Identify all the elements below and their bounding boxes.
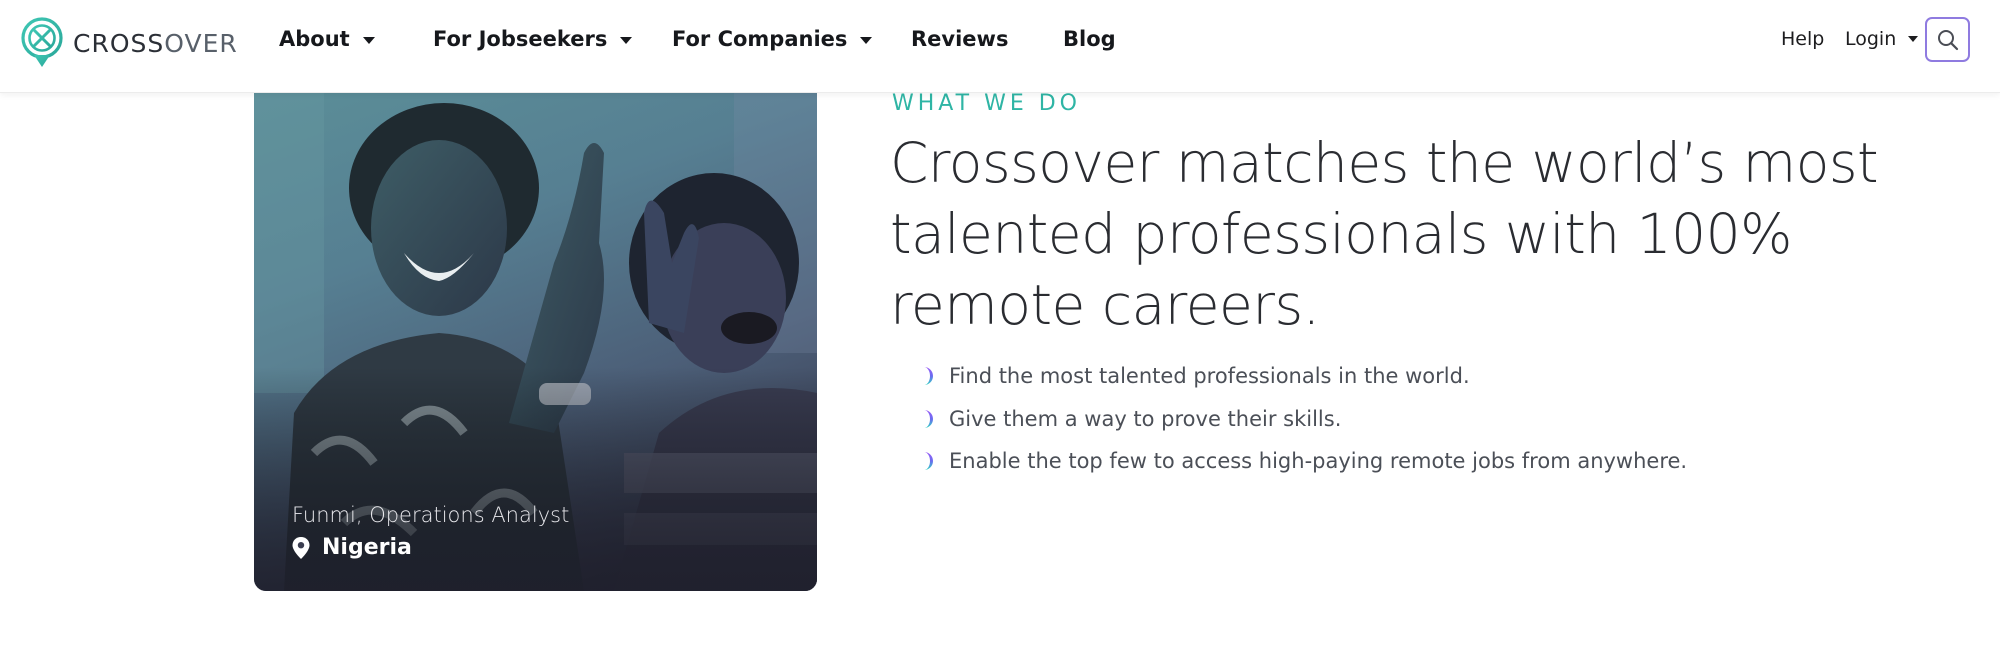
nav-about[interactable]: About [279,0,375,78]
photo-caption: Funmi, Operations Analyst Nigeria [292,503,569,560]
search-icon [1937,29,1958,50]
chevron-down-icon [620,36,633,44]
crossover-logo[interactable]: CROSSOVER [20,17,238,69]
team-member-photo: Funmi, Operations Analyst Nigeria [254,93,817,591]
nav-blog[interactable]: Blog [1063,0,1116,78]
feature-item: Find the most talented professionals in … [915,355,1687,398]
section-eyebrow: WHAT WE DO [892,91,1081,116]
nav-login[interactable]: Login [1845,0,1919,78]
nav-jobseekers-label: For Jobseekers [433,27,608,51]
feature-text: Give them a way to prove their skills. [949,406,1342,431]
site-header: CROSSOVER About For Jobseekers For Compa… [0,0,2000,93]
nav-reviews[interactable]: Reviews [911,0,1008,78]
search-button[interactable] [1925,17,1970,62]
logo-text-cross: CROSS [73,28,165,58]
person-location: Nigeria [292,535,569,560]
gradient-crescent-icon [924,409,933,428]
map-pin-icon [292,536,310,559]
feature-text: Find the most talented professionals in … [949,364,1470,389]
nav-blog-label: Blog [1063,27,1116,51]
nav-reviews-label: Reviews [911,27,1009,51]
chevron-down-icon [362,36,375,44]
nav-for-companies[interactable]: For Companies [672,0,873,78]
nav-login-label: Login [1845,28,1897,50]
feature-list: Find the most talented professionals in … [915,355,1687,483]
location-label: Nigeria [322,535,412,560]
feature-text: Enable the top few to access high-paying… [949,449,1688,474]
nav-help-label: Help [1781,28,1825,50]
person-name-role: Funmi, Operations Analyst [292,503,570,527]
gradient-crescent-icon [924,452,933,471]
nav-about-label: About [279,27,350,51]
section-headline: Crossover matches the world’s most talen… [890,131,1879,337]
gradient-crescent-icon [924,367,933,386]
chevron-down-icon [1908,36,1919,42]
feature-item: Enable the top few to access high-paying… [915,440,1687,483]
logo-text-over: OVER [164,28,238,58]
chevron-down-icon [860,36,873,44]
logo-wordmark: CROSSOVER [73,29,238,58]
crossover-logo-icon [21,17,63,67]
nav-companies-label: For Companies [672,27,848,51]
nav-help[interactable]: Help [1781,0,1824,78]
feature-item: Give them a way to prove their skills. [915,398,1687,441]
nav-for-jobseekers[interactable]: For Jobseekers [433,0,633,78]
